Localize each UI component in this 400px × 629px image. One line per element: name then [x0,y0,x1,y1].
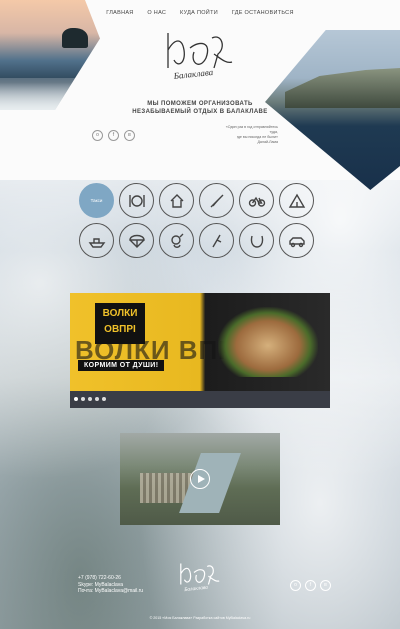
nav-where-to-go[interactable]: КУДА ПОЙТИ [180,10,218,16]
social-links: o f в [92,130,135,141]
banner-caption [70,391,330,408]
footer-social: o f в [290,580,331,591]
services-grid: Такси [79,183,329,263]
slider-dot[interactable] [88,397,92,401]
banner-logo: ВОЛКИ ОВПРI [95,303,145,344]
facebook-icon[interactable]: f [305,580,316,591]
camping-button[interactable] [279,183,314,218]
ok-icon[interactable]: o [92,130,103,141]
sandwich-image [218,307,318,377]
slider-dot[interactable] [102,397,106,401]
nav-where-to-stay[interactable]: ГДЕ ОСТАНОВИТЬСЯ [232,10,294,16]
hotel-button[interactable] [159,183,194,218]
main-nav: ГЛАВНАЯ О НАС КУДА ПОЙТИ ГДЕ ОСТАНОВИТЬС… [0,10,400,16]
footer-logo[interactable]: Балаклава [176,560,224,594]
video-player[interactable] [120,433,280,525]
slider-dot[interactable] [74,397,78,401]
boat-icon [88,237,105,248]
facebook-icon[interactable]: f [108,130,119,141]
slider-dot[interactable] [81,397,85,401]
ok-icon[interactable]: o [290,580,301,591]
climbing-button[interactable] [199,223,234,258]
car-icon [288,236,305,247]
horse-button[interactable] [239,223,274,258]
horseshoe-icon [250,235,263,248]
email[interactable]: Почта: MyBalaclava@mail.ru [78,588,143,595]
promo-banner[interactable]: ВОЛКИ ВПРI ВОЛКИ ОВПРI КОРМИМ ОТ ДУШИ! [70,293,330,408]
bicycle-icon [248,196,265,207]
diving-icon [170,233,183,248]
slider-dot[interactable] [95,397,99,401]
vk-icon[interactable]: в [320,580,331,591]
car-button[interactable] [279,223,314,258]
contacts: +7 (978) 722-60-26 Skype: MyBalaclava По… [78,575,143,595]
diving-button[interactable] [159,223,194,258]
footer-logo-text: Балаклава [183,585,209,594]
parachute-icon [128,234,145,248]
nav-about[interactable]: О НАС [147,10,166,16]
climbing-icon [211,234,221,247]
bike-button[interactable] [239,183,274,218]
site-logo[interactable]: Балаклава [160,28,240,83]
kayak-button[interactable] [199,183,234,218]
slider-dots [74,397,106,401]
quote: «Один раз в год отправляйтесь туда, где … [225,125,278,144]
vk-icon[interactable]: в [124,130,135,141]
taxi-button[interactable]: Такси [79,183,114,218]
tagline: МЫ ПОМОЖЕМ ОРГАНИЗОВАТЬ НЕЗАБЫВАЕМЫЙ ОТД… [132,101,268,115]
nav-home[interactable]: ГЛАВНАЯ [106,10,133,16]
house-icon [170,193,183,208]
parachute-button[interactable] [119,223,154,258]
restaurant-button[interactable] [119,183,154,218]
kayak-icon [210,194,223,207]
copyright: © 2015 «Моя Балаклава» Разработка сайтов… [149,616,251,620]
tent-icon [288,193,305,208]
banner-slogan: КОРМИМ ОТ ДУШИ! [78,360,165,371]
boat-button[interactable] [79,223,114,258]
play-icon[interactable] [190,469,210,489]
restaurant-icon [128,194,145,207]
logo-text: Балаклава [172,67,214,81]
